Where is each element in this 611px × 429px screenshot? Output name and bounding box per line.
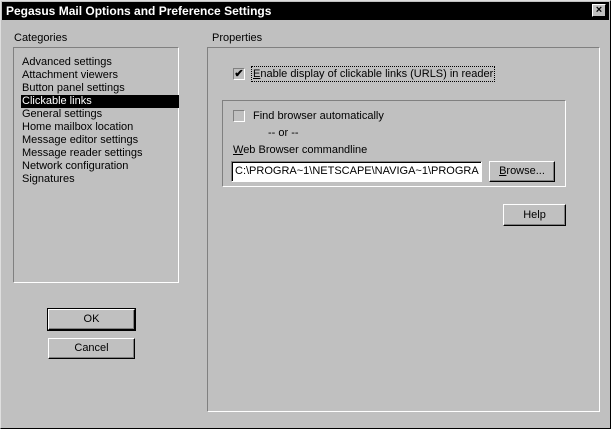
find-browser-label[interactable]: Find browser automatically [253, 110, 384, 122]
categories-list: Advanced settings Attachment viewers But… [21, 56, 179, 186]
category-item-attachment-viewers[interactable]: Attachment viewers [21, 69, 179, 82]
enable-links-checkbox[interactable]: ✔ [233, 68, 245, 80]
category-item-home-mailbox-location[interactable]: Home mailbox location [21, 121, 179, 134]
properties-label: Properties [212, 32, 263, 44]
browse-label-text: rowse... [506, 165, 545, 177]
category-item-advanced-settings[interactable]: Advanced settings [21, 56, 179, 69]
browse-button[interactable]: Browse... [489, 161, 555, 182]
categories-panel: Advanced settings Attachment viewers But… [13, 47, 179, 283]
or-separator: -- or -- [268, 127, 299, 139]
categories-label: Categories [14, 32, 68, 44]
help-button[interactable]: Help [503, 204, 566, 226]
enable-links-label-text: nable display of clickable links (URLS) … [260, 68, 494, 80]
category-item-signatures[interactable]: Signatures [21, 173, 179, 186]
cmdline-label-text: eb Browser commandline [243, 144, 368, 156]
category-item-network-configuration[interactable]: Network configuration [21, 160, 179, 173]
category-item-message-reader-settings[interactable]: Message reader settings [21, 147, 179, 160]
browser-commandline-input[interactable]: C:\PROGRA~1\NETSCAPE\NAVIGA~1\PROGRA [231, 161, 482, 182]
category-item-message-editor-settings[interactable]: Message editor settings [21, 134, 179, 147]
window-title: Pegasus Mail Options and Preference Sett… [6, 4, 272, 18]
close-icon[interactable]: × [592, 4, 606, 17]
category-item-clickable-links[interactable]: Clickable links [21, 95, 179, 108]
ok-button[interactable]: OK [47, 308, 136, 331]
category-item-button-panel-settings[interactable]: Button panel settings [21, 82, 179, 95]
options-dialog: Pegasus Mail Options and Preference Sett… [0, 0, 611, 429]
category-item-general-settings[interactable]: General settings [21, 108, 179, 121]
cancel-button[interactable]: Cancel [48, 338, 135, 359]
cmdline-label: Web Browser commandline [233, 144, 367, 156]
title-bar[interactable]: Pegasus Mail Options and Preference Sett… [2, 2, 609, 20]
find-browser-checkbox[interactable] [233, 110, 245, 122]
cmdline-mnemonic: W [233, 144, 244, 156]
enable-links-label[interactable]: Enable display of clickable links (URLS)… [250, 66, 496, 82]
